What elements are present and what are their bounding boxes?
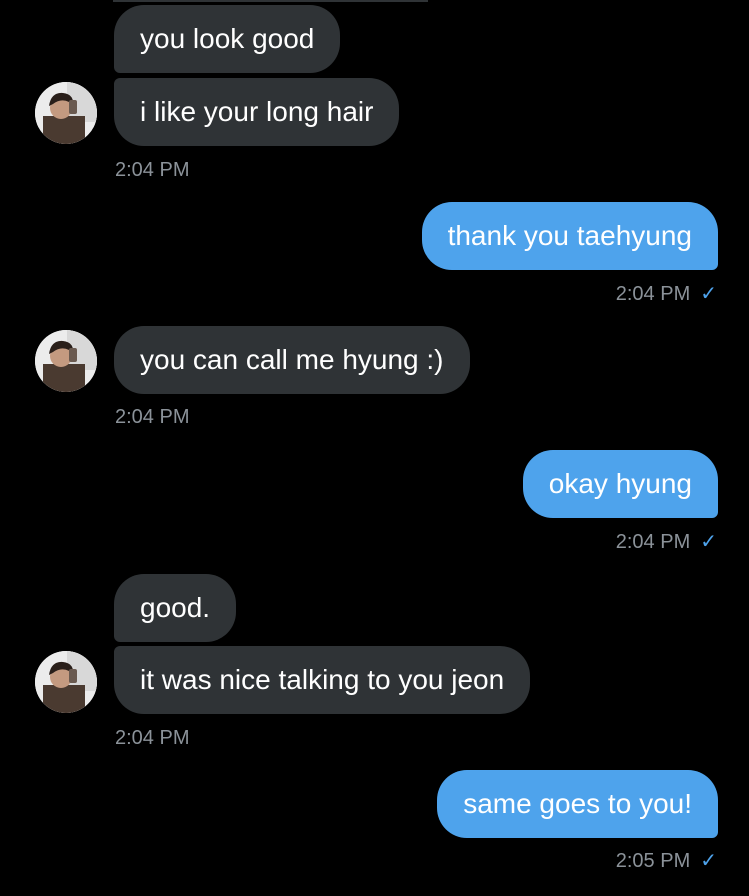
sent-timestamp-row: 2:04 PM ✓ [616,530,717,554]
received-message-bubble[interactable]: good. [114,574,237,642]
received-message-bubble[interactable]: it was nice talking to you jeon [114,646,531,714]
sent-message-bubble[interactable]: okay hyung [522,450,718,518]
contact-avatar[interactable] [35,330,97,392]
contact-avatar-photo [35,651,97,713]
contact-avatar[interactable] [35,651,97,713]
received-message-bubble[interactable]: you look good [114,5,341,73]
message-timestamp: 2:04 PM [615,283,691,305]
previous-message-edge [113,0,428,2]
contact-avatar-photo [35,82,97,144]
received-message-bubble[interactable]: you can call me hyung :) [114,326,470,394]
sent-message-bubble[interactable]: same goes to you! [437,770,718,838]
sent-timestamp-row: 2:04 PM ✓ [616,282,717,306]
read-check-icon: ✓ [700,531,717,553]
read-check-icon: ✓ [700,283,717,305]
message-timestamp: 2:04 PM [115,406,190,428]
contact-avatar[interactable] [35,82,97,144]
sent-message-bubble[interactable]: thank you taehyung [421,202,718,270]
contact-avatar-photo [35,330,97,392]
message-timestamp: 2:04 PM [615,531,691,553]
read-check-icon: ✓ [700,850,717,872]
message-timestamp: 2:04 PM [115,159,190,181]
sent-timestamp-row: 2:05 PM ✓ [616,849,717,873]
received-message-bubble[interactable]: i like your long hair [114,78,400,146]
message-timestamp: 2:05 PM [615,850,691,872]
message-timestamp: 2:04 PM [115,727,190,749]
